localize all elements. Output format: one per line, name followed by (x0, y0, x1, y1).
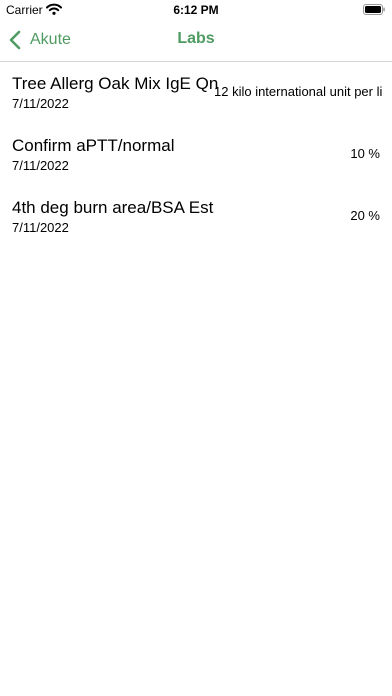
screen: Carrier 6:12 PM Akute Labs Tree Allerg O… (0, 0, 392, 696)
lab-name: Confirm aPTT/normal (12, 136, 175, 155)
battery-icon (363, 4, 385, 15)
lab-name: Tree Allerg Oak Mix IgE Qn (12, 74, 219, 93)
page-title: Labs (177, 30, 215, 47)
lab-date: 7/11/2022 (12, 96, 69, 111)
lab-value: 12 kilo international unit per li (214, 84, 383, 99)
status-time: 6:12 PM (173, 3, 219, 17)
lab-date: 7/11/2022 (12, 220, 69, 235)
lab-row[interactable]: Tree Allerg Oak Mix IgE Qn 7/11/2022 12 … (0, 62, 392, 124)
lab-value: 20 % (350, 208, 380, 223)
status-bar: Carrier 6:12 PM (0, 0, 392, 20)
lab-row[interactable]: 4th deg burn area/BSA Est 7/11/2022 20 % (0, 186, 392, 248)
lab-date: 7/11/2022 (12, 158, 69, 173)
lab-row[interactable]: Confirm aPTT/normal 7/11/2022 10 % (0, 124, 392, 186)
lab-list: Tree Allerg Oak Mix IgE Qn 7/11/2022 12 … (0, 62, 392, 248)
lab-name: 4th deg burn area/BSA Est (12, 198, 214, 217)
lab-value: 10 % (350, 146, 380, 161)
nav-bar: Akute Labs (0, 20, 392, 62)
